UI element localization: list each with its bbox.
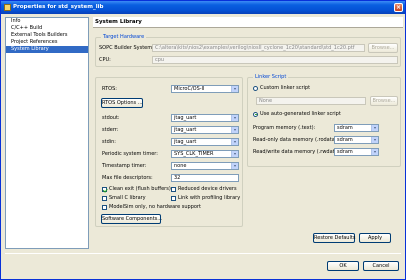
stdin-label: stdin: — [102, 139, 116, 145]
readonly-memory-label: Read-only data memory (.rodata): — [253, 137, 339, 143]
checkbox-checked-icon — [102, 186, 107, 192]
cancel-button[interactable]: Cancel — [363, 261, 399, 271]
page-title: System Library — [93, 17, 403, 28]
reduced-drivers-label: Reduced device drivers — [178, 186, 237, 192]
stdin-select-value: jtag_uart — [174, 139, 197, 145]
chevron-down-icon — [231, 163, 238, 169]
readwrite-memory-select-value: sdram — [337, 149, 353, 155]
system-library-page: System Library Target Hardware SOPC Buil… — [93, 17, 403, 249]
readonly-memory-select-value: sdram — [337, 137, 353, 143]
chevron-down-icon — [231, 86, 238, 92]
restore-defaults-button[interactable]: Restore Defaults — [313, 233, 355, 243]
nav-item-info[interactable]: Info — [6, 18, 88, 25]
chevron-down-icon — [371, 137, 378, 143]
readwrite-memory-select[interactable]: sdram — [334, 148, 379, 156]
chevron-down-icon — [371, 149, 378, 155]
readwrite-memory-label: Read/write data memory (.rwdata): — [253, 149, 342, 155]
custom-linker-script-field[interactable]: None — [256, 97, 366, 105]
sopc-browse-button[interactable]: Browse... — [368, 43, 398, 53]
periodic-timer-select[interactable]: SYS_CLK_TIMER — [171, 150, 239, 158]
periodic-timer-label: Periodic system timer: — [102, 151, 158, 157]
rtos-label: RTOS: — [102, 86, 117, 92]
nav-item-external-tools-builders[interactable]: External Tools Builders — [6, 32, 88, 39]
timestamp-timer-label: Timestamp timer: — [102, 163, 147, 169]
auto-linker-script-label: Use auto-generated linker script — [260, 111, 341, 117]
profiling-library-label: Link with profiling library — [178, 195, 241, 201]
readonly-memory-select[interactable]: sdram — [334, 136, 379, 144]
modelsim-only-label: ModelSim only, no hardware support — [109, 204, 201, 210]
stdout-select[interactable]: jtag_uart — [171, 114, 239, 122]
nav-item-cpp-build[interactable]: C/C++ Build — [6, 25, 88, 32]
program-memory-select-value: sdram — [337, 125, 353, 131]
rtos-select[interactable]: MicroC/OS-II — [171, 85, 239, 93]
cpu-field[interactable]: cpu — [152, 56, 398, 64]
chevron-down-icon — [231, 151, 238, 157]
nav-item-system-library[interactable]: System Library — [6, 46, 88, 53]
linker-script-group-label: Linker Script — [253, 74, 289, 80]
stdout-label: stdout: — [102, 115, 120, 121]
auto-linker-script-radio[interactable]: Use auto-generated linker script — [253, 111, 341, 117]
timestamp-timer-select[interactable]: none — [171, 162, 239, 170]
periodic-timer-select-value: SYS_CLK_TIMER — [174, 151, 214, 157]
apply-button[interactable]: Apply — [359, 233, 391, 243]
chevron-down-icon — [231, 127, 238, 133]
ok-button[interactable]: OK — [327, 261, 359, 271]
small-c-library-label: Small C library — [109, 195, 146, 201]
properties-icon — [4, 4, 11, 11]
title-bar: Properties for std_system_lib × — [1, 1, 405, 14]
chevron-down-icon — [231, 139, 238, 145]
linker-script-group: Linker Script Custom linker script None … — [247, 74, 401, 167]
close-button[interactable]: × — [394, 3, 403, 12]
stdin-select[interactable]: jtag_uart — [171, 138, 239, 146]
program-memory-label: Program memory (.text): — [253, 125, 316, 131]
rtos-settings-group: RTOS: MicroC/OS-II RTOS Options ... stdo… — [95, 77, 243, 227]
radio-on-icon — [253, 111, 258, 117]
target-hardware-group-label: Target Hardware — [101, 34, 147, 40]
linker-browse-button[interactable]: Browse... — [370, 96, 398, 106]
radio-off-icon — [253, 85, 258, 91]
stderr-select-value: jtag_uart — [174, 127, 197, 133]
software-components-button[interactable]: Software Components... — [101, 214, 162, 224]
stdout-select-value: jtag_uart — [174, 115, 197, 121]
checkbox-unchecked-icon — [171, 186, 176, 192]
rtos-options-button[interactable]: RTOS Options ... — [101, 98, 143, 108]
sopc-system-label: SOPC Builder System: — [99, 45, 154, 51]
custom-linker-script-label: Custom linker script — [260, 85, 311, 91]
checkbox-unchecked-icon — [102, 204, 107, 210]
stderr-select[interactable]: jtag_uart — [171, 126, 239, 134]
property-nav-tree: Info C/C++ Build External Tools Builders… — [5, 17, 89, 249]
checkbox-unchecked-icon — [171, 195, 176, 201]
chevron-down-icon — [231, 115, 238, 121]
max-file-descriptors-field[interactable]: 32 — [171, 174, 239, 182]
target-hardware-group: Target Hardware SOPC Builder System: C:\… — [95, 34, 401, 67]
properties-dialog: Properties for std_system_lib × Info C/C… — [0, 0, 406, 280]
small-c-library-checkbox[interactable]: Small C library — [102, 195, 146, 201]
clean-exit-label: Clean exit (flush buffers) — [109, 186, 171, 192]
clean-exit-checkbox[interactable]: Clean exit (flush buffers) — [102, 186, 171, 192]
nav-item-project-references[interactable]: Project References — [6, 39, 88, 46]
custom-linker-script-radio[interactable]: Custom linker script — [253, 85, 310, 91]
rtos-select-value: MicroC/OS-II — [174, 86, 205, 92]
reduced-drivers-checkbox[interactable]: Reduced device drivers — [171, 186, 237, 192]
cpu-label: CPU: — [99, 57, 111, 63]
close-icon: × — [395, 4, 402, 11]
stderr-label: stderr: — [102, 127, 119, 133]
chevron-down-icon — [371, 125, 378, 131]
sopc-system-field[interactable]: C:\altera\kits\nios2\examples\verilog\ni… — [152, 44, 365, 52]
program-memory-select[interactable]: sdram — [334, 124, 379, 132]
max-file-descriptors-label: Max file descriptors: — [102, 175, 153, 181]
profiling-library-checkbox[interactable]: Link with profiling library — [171, 195, 240, 201]
window-title: Properties for std_system_lib — [13, 4, 104, 10]
checkbox-unchecked-icon — [102, 195, 107, 201]
footer-separator — [5, 253, 401, 254]
timestamp-timer-select-value: none — [174, 163, 187, 169]
modelsim-only-checkbox[interactable]: ModelSim only, no hardware support — [102, 204, 201, 210]
